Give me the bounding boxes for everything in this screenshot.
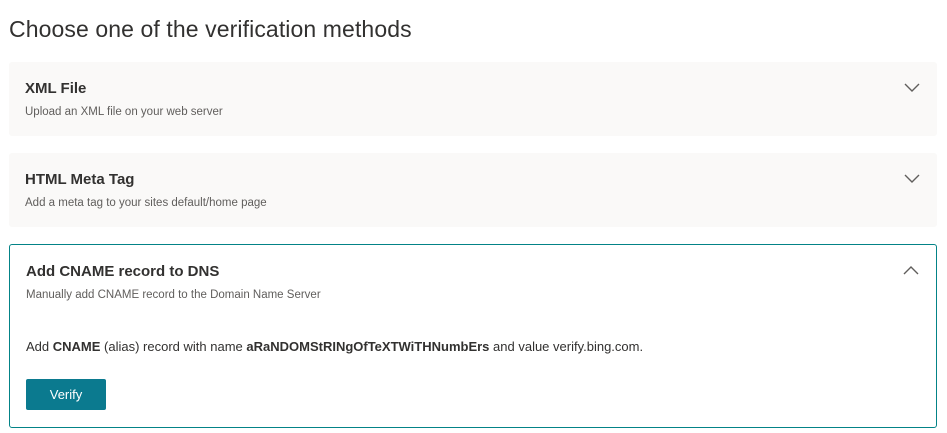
chevron-down-icon[interactable] xyxy=(903,80,921,94)
method-title: Add CNAME record to DNS xyxy=(26,263,220,280)
record-type: CNAME xyxy=(52,339,101,354)
instruction-prefix: Add xyxy=(26,339,53,354)
method-header-cname[interactable]: Add CNAME record to DNS Manually add CNA… xyxy=(10,245,936,315)
method-card-cname-dns: Add CNAME record to DNS Manually add CNA… xyxy=(9,244,937,428)
record-name: aRaNDOMStRINgOfTeXTWiTHNumbErs xyxy=(246,339,490,354)
chevron-down-icon[interactable] xyxy=(903,171,921,185)
method-subtitle: Upload an XML file on your web server xyxy=(25,106,223,118)
method-title: HTML Meta Tag xyxy=(25,171,135,188)
method-card-xml-file[interactable]: XML File Upload an XML file on your web … xyxy=(9,62,937,136)
verify-button[interactable]: Verify xyxy=(26,379,106,410)
method-title: XML File xyxy=(25,80,87,97)
instruction-suffix: and value verify.bing.com. xyxy=(489,339,644,354)
cname-instruction: Add CNAME (alias) record with name aRaND… xyxy=(26,339,643,354)
method-subtitle: Manually add CNAME record to the Domain … xyxy=(26,289,321,301)
instruction-middle: (alias) record with name xyxy=(100,339,247,354)
method-card-html-meta-tag[interactable]: HTML Meta Tag Add a meta tag to your sit… xyxy=(9,153,937,227)
page-title: Choose one of the verification methods xyxy=(9,16,412,42)
method-subtitle: Add a meta tag to your sites default/hom… xyxy=(25,197,267,209)
chevron-up-icon[interactable] xyxy=(902,263,920,277)
